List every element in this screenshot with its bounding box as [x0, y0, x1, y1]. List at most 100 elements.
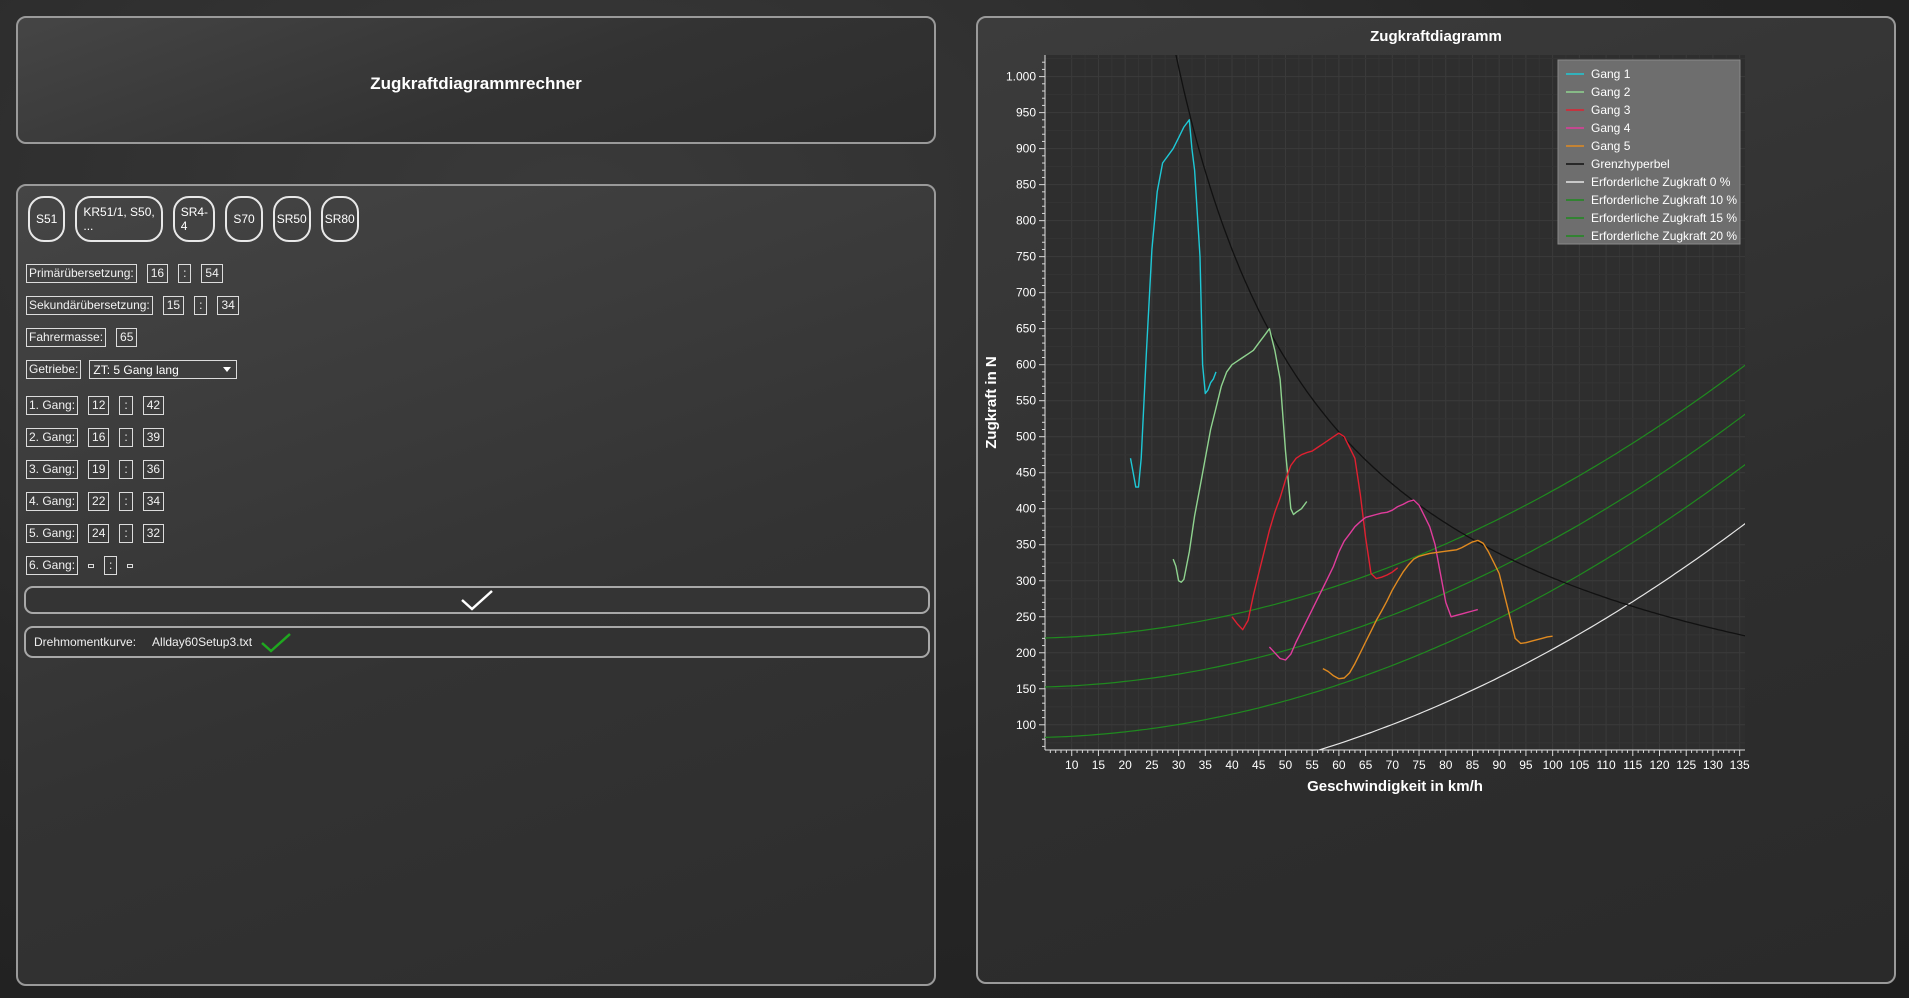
gear-input-a[interactable]: 12 — [88, 396, 110, 415]
y-axis-label: Zugkraft in N — [983, 356, 1000, 449]
gear-row-2: 2. Gang: 16 : 39 — [26, 428, 165, 447]
primary-ratio-row: Primärübersetzung: 16 : 54 — [26, 264, 223, 283]
gear-input-b[interactable]: 32 — [142, 524, 165, 543]
primary-ratio-input-a[interactable]: 16 — [146, 264, 169, 283]
gear-label: 6. Gang: — [26, 556, 79, 575]
rider-mass-input[interactable]: 65 — [116, 328, 138, 347]
gear-row-5: 5. Gang: 24 : 32 — [26, 524, 165, 543]
chevron-down-icon — [223, 367, 232, 372]
ratio-separator: : — [178, 264, 192, 283]
y-tick-label: 600 — [1016, 358, 1036, 372]
x-tick-label: 75 — [1412, 758, 1426, 772]
x-tick-label: 105 — [1569, 758, 1589, 772]
y-tick-label: 250 — [1016, 610, 1036, 624]
gear-input-b[interactable]: 34 — [142, 492, 165, 511]
secondary-ratio-input-b[interactable]: 34 — [217, 296, 239, 315]
legend-entry: Erforderliche Zugkraft 10 % — [1591, 193, 1737, 207]
gear-input-a[interactable]: 24 — [88, 524, 110, 543]
ratio-separator: : — [119, 396, 133, 415]
gear-input-b[interactable]: 36 — [142, 460, 165, 479]
legend-entry: Gang 3 — [1591, 103, 1631, 117]
x-tick-label: 115 — [1623, 758, 1642, 772]
gear-label: 1. Gang: — [26, 396, 79, 415]
gearbox-row: Getriebe: ZT: 5 Gang lang — [26, 360, 238, 379]
torque-curve-row[interactable]: Drehmomentkurve: Allday60Setup3.txt — [24, 626, 930, 658]
model-button-sr4-4[interactable]: SR4-4 — [173, 196, 216, 242]
traction-chart: 10 15 20 25 30 35 40 45 50 55 60 65 70 75 80 85 90 95 100 1… — [983, 55, 1750, 795]
x-tick-label: 65 — [1359, 758, 1373, 772]
ratio-separator: : — [119, 524, 133, 543]
ratio-separator: : — [119, 428, 133, 447]
gear-input-b[interactable]: 39 — [142, 428, 165, 447]
model-button-sr80[interactable]: SR80 — [320, 196, 359, 242]
model-button-kr51[interactable]: KR51/1, S50, ... — [75, 196, 164, 242]
input-panel: S51 KR51/1, S50, ... SR4-4 S70 SR50 SR80… — [16, 184, 936, 986]
x-tick-label: 30 — [1172, 758, 1186, 772]
y-tick-label: 450 — [1016, 466, 1036, 480]
x-tick-label: 80 — [1439, 758, 1453, 772]
model-button-s70[interactable]: S70 — [225, 196, 263, 242]
gear-label: 3. Gang: — [26, 460, 79, 479]
secondary-ratio-input-a[interactable]: 15 — [162, 296, 185, 315]
x-tick-label: 110 — [1596, 758, 1615, 772]
y-tick-label: 750 — [1016, 250, 1036, 264]
rider-mass-row: Fahrermasse: 65 — [26, 328, 138, 347]
y-tick-label: 850 — [1016, 178, 1036, 192]
legend-entry: Gang 2 — [1591, 85, 1631, 99]
x-tick-label: 125 — [1676, 758, 1696, 772]
gear-label: 4. Gang: — [26, 492, 79, 511]
gear-input-a[interactable]: 16 — [88, 428, 110, 447]
y-tick-label: 950 — [1016, 106, 1036, 120]
legend: Gang 1 Gang 2 Gang 3 Gang 4 Gang 5 Grenzhyper… — [1557, 59, 1741, 245]
x-tick-label: 135 — [1730, 758, 1750, 772]
x-tick-label: 60 — [1332, 758, 1346, 772]
x-tick-label: 50 — [1279, 758, 1293, 772]
gear-input-b[interactable] — [127, 563, 134, 568]
primary-ratio-label: Primärübersetzung: — [26, 264, 137, 283]
title-panel: Zugkraftdiagrammrechner — [16, 16, 936, 144]
gear-input-a[interactable]: 22 — [88, 492, 110, 511]
ratio-separator: : — [194, 296, 208, 315]
primary-ratio-input-b[interactable]: 54 — [201, 264, 223, 283]
x-tick-label: 15 — [1092, 758, 1106, 772]
x-tick-label: 120 — [1649, 758, 1669, 772]
gearbox-select[interactable]: ZT: 5 Gang lang — [89, 360, 238, 379]
x-tick-label: 10 — [1065, 758, 1079, 772]
x-tick-label: 45 — [1252, 758, 1266, 772]
gear-input-b[interactable]: 42 — [142, 396, 165, 415]
x-tick-label: 130 — [1703, 758, 1723, 772]
x-tick-label: 20 — [1118, 758, 1132, 772]
gear-row-3: 3. Gang: 19 : 36 — [26, 460, 165, 479]
x-axis-label: Geschwindigkeit in km/h — [1307, 778, 1483, 795]
y-tick-label: 500 — [1016, 430, 1036, 444]
green-checkmark-icon — [261, 633, 291, 653]
chart-panel: Zugkraftdiagramm 10 15 20 25 30 35 40 45 50 55 60 6… — [976, 16, 1896, 984]
model-button-sr50[interactable]: SR50 — [272, 196, 311, 242]
legend-entry: Erforderliche Zugkraft 15 % — [1591, 211, 1737, 225]
gear-label: 2. Gang: — [26, 428, 79, 447]
gearbox-label: Getriebe: — [26, 360, 82, 379]
gear-input-a[interactable]: 19 — [88, 460, 110, 479]
gear-input-a[interactable] — [88, 563, 95, 568]
legend-entry: Grenzhyperbel — [1591, 157, 1670, 171]
y-tick-label: 800 — [1016, 214, 1036, 228]
y-tick-label: 900 — [1016, 142, 1036, 156]
secondary-ratio-label: Sekundärübersetzung: — [26, 296, 153, 315]
calculate-button[interactable] — [24, 586, 930, 614]
rider-mass-label: Fahrermasse: — [26, 328, 107, 347]
x-tick-label: 95 — [1519, 758, 1533, 772]
checkmark-icon — [461, 590, 493, 611]
y-tick-label: 700 — [1016, 286, 1036, 300]
legend-entry: Gang 4 — [1591, 121, 1631, 135]
gear-row-6: 6. Gang: : — [26, 556, 134, 575]
legend-entry: Erforderliche Zugkraft 0 % — [1591, 175, 1731, 189]
gear-row-1: 1. Gang: 12 : 42 — [26, 396, 165, 415]
gear-label: 5. Gang: — [26, 524, 79, 543]
x-tick-label: 100 — [1543, 758, 1563, 772]
legend-entry: Gang 1 — [1591, 67, 1631, 81]
model-button-s51[interactable]: S51 — [28, 196, 66, 242]
secondary-ratio-row: Sekundärübersetzung: 15 : 34 — [26, 296, 239, 315]
legend-entry: Gang 5 — [1591, 139, 1631, 153]
y-tick-label: 300 — [1016, 574, 1036, 588]
y-tick-label: 550 — [1016, 394, 1036, 408]
